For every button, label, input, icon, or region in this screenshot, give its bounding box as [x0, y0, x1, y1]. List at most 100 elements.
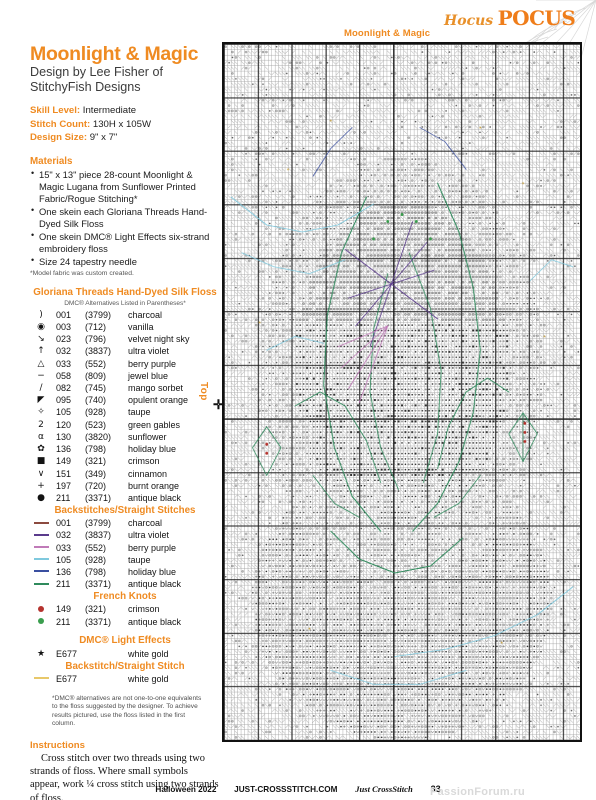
table-row: ■ 149 (321) crimson	[30, 456, 220, 468]
floss-dmc-alt: (796)	[85, 334, 107, 345]
floss-number: 130	[56, 431, 72, 442]
cross-stitch-chart[interactable]	[222, 42, 582, 742]
backstitch-swatch	[30, 566, 52, 578]
page-root: Hocus POCUS Moonlight & Magic Moonlight …	[0, 0, 596, 800]
backstitch-line-icon	[33, 533, 49, 536]
logo-word-hocus: Hocus	[444, 13, 494, 29]
spec-design-size: Design Size: 9" x 7"	[30, 131, 220, 145]
footer-website[interactable]: JUST-CROSSSTITCH.COM	[234, 785, 337, 794]
spec-count-value: 130H x 105W	[92, 118, 152, 130]
floss-symbol: ◤	[37, 395, 45, 406]
backstitch-color-name: holiday blue	[128, 566, 177, 577]
footer-magazine: Just CrossStitch	[355, 784, 413, 794]
backstitch-swatch	[30, 554, 52, 566]
french-knot-swatch	[30, 616, 52, 628]
backstitch-number: 136	[56, 566, 72, 577]
spec-skill-value: Intermediate	[82, 105, 137, 117]
floss-color-name: vanilla	[128, 322, 154, 333]
floss-symbol: ↘	[37, 334, 45, 345]
floss-symbol: ∨	[37, 468, 45, 479]
floss-color-name: ultra violet	[128, 346, 170, 357]
light-effects-backstitch-heading: Backstitch/Straight Stitch	[65, 660, 185, 672]
light-effects-table: ★ E677 white gold	[30, 648, 220, 660]
designer-line1: Design by Lee Fisher of	[30, 65, 164, 80]
table-row: −058 (809) jewel blue	[30, 370, 220, 382]
floss-symbol: ●	[37, 492, 45, 503]
backstitch-dmc-alt: (928)	[85, 554, 107, 565]
backstitch-swatch	[30, 530, 52, 542]
floss-dmc-alt: (3820)	[85, 431, 112, 442]
floss-number: 058	[56, 370, 72, 381]
floss-color-name: velvet night sky	[128, 334, 190, 345]
list-item: One skein each Gloriana Threads Hand-Dye…	[30, 205, 220, 230]
backstitch-number: 001	[56, 518, 72, 529]
french-knot-dot-icon	[38, 618, 44, 625]
materials-heading: Materials	[30, 156, 73, 168]
floss-heading: Gloriana Threads Hand-Dyed Silk Floss	[33, 287, 217, 299]
light-effects-heading: DMC® Light Effects	[79, 635, 171, 647]
floss-dmc-alt: (523)	[85, 419, 107, 430]
backstitch-swatch	[30, 518, 52, 530]
backstitch-table: 001 (3799) charcoal 032 (3837) ultra violet 03…	[30, 518, 220, 591]
left-info-column: Moonlight & Magic Design by Lee Fisher o…	[30, 44, 220, 800]
table-row: ★ E677 white gold	[30, 648, 220, 660]
table-row: 001 (3799) charcoal	[30, 518, 220, 530]
table-row: 105 (928) taupe	[30, 554, 220, 566]
floss-number: 105	[56, 407, 72, 418]
floss-dmc-alt: (349)	[85, 468, 107, 479]
table-row: ) 001 (3799) charcoal	[30, 309, 220, 321]
backstitch-number: 033	[56, 542, 72, 553]
logo-word-pocus: POCUS	[497, 6, 576, 30]
watermark: PassionForum.ru	[430, 786, 525, 798]
backstitch-color-name: charcoal	[128, 518, 163, 529]
floss-dmc-alt: (3837)	[85, 346, 112, 357]
backstitch-dmc-alt: (3837)	[85, 530, 112, 541]
floss-subnote: DMC® Alternatives Listed in Parentheses*	[64, 300, 186, 308]
floss-dmc-alt: (740)	[85, 395, 107, 406]
backstitch-number: 211	[56, 579, 71, 590]
floss-symbol: ✧	[37, 407, 45, 418]
table-row: 211 (3371) antique black	[30, 616, 220, 628]
floss-dmc-alt: (809)	[85, 370, 107, 381]
floss-number: 095	[56, 395, 72, 406]
instructions-heading: Instructions	[30, 739, 85, 751]
light-effects-bs-num: E677	[56, 673, 78, 684]
french-knot-color-name: crimson	[128, 604, 160, 615]
floss-symbol: α	[38, 431, 44, 442]
footer-issue: Halloween 2022	[155, 785, 217, 794]
table-row: ✧ 105 (928) taupe	[30, 407, 220, 419]
page-title: Moonlight & Magic	[30, 43, 199, 65]
chart-top-marker: Top ✛	[198, 378, 224, 434]
floss-color-name: holiday blue	[128, 444, 177, 455]
backstitch-line-icon	[33, 546, 49, 549]
light-effects-bs-name: white gold	[128, 673, 169, 684]
backstitch-color-name: ultra violet	[128, 530, 170, 541]
backstitch-number: 105	[56, 554, 72, 565]
floss-number: 136	[56, 444, 72, 455]
light-effects-name: white gold	[128, 648, 169, 659]
spec-skill-level: Skill Level: Intermediate	[30, 104, 220, 118]
backstitch-dmc-alt: (798)	[85, 566, 107, 577]
table-row: 032 (3837) ultra violet	[30, 530, 220, 542]
french-knot-dmc-alt: (3371)	[85, 616, 112, 627]
designer-line2: StitchyFish Designs	[30, 80, 141, 95]
spec-skill-label: Skill Level:	[30, 105, 81, 117]
table-row: +197 (720) burnt orange	[30, 480, 220, 492]
floss-dmc-alt: (321)	[85, 456, 107, 467]
chart-grid-canvas[interactable]	[224, 44, 580, 740]
table-row: ● 211 (3371) antique black	[30, 492, 220, 504]
table-row: 033 (552) berry purple	[30, 542, 220, 554]
french-knots-heading: French Knots	[93, 590, 157, 602]
floss-number: 197	[56, 480, 72, 491]
designer-credit: Design by Lee Fisher of StitchyFish Desi…	[30, 65, 220, 95]
table-row: ◉ 003 (712) vanilla	[30, 322, 220, 334]
floss-number: 023	[56, 334, 72, 345]
list-item: 15" x 13" piece 28-count Moonlight & Mag…	[30, 168, 220, 205]
backstitch-color-name: taupe	[128, 554, 151, 565]
french-knot-number: 149	[56, 604, 72, 615]
french-knot-dot-icon	[38, 605, 44, 612]
light-effects-symbol: ★	[36, 648, 46, 659]
list-item: One skein DMC® Light Effects six-strand …	[30, 230, 220, 255]
table-row: 136 (798) holiday blue	[30, 566, 220, 578]
chart-header-title: Moonlight & Magic	[344, 28, 431, 39]
